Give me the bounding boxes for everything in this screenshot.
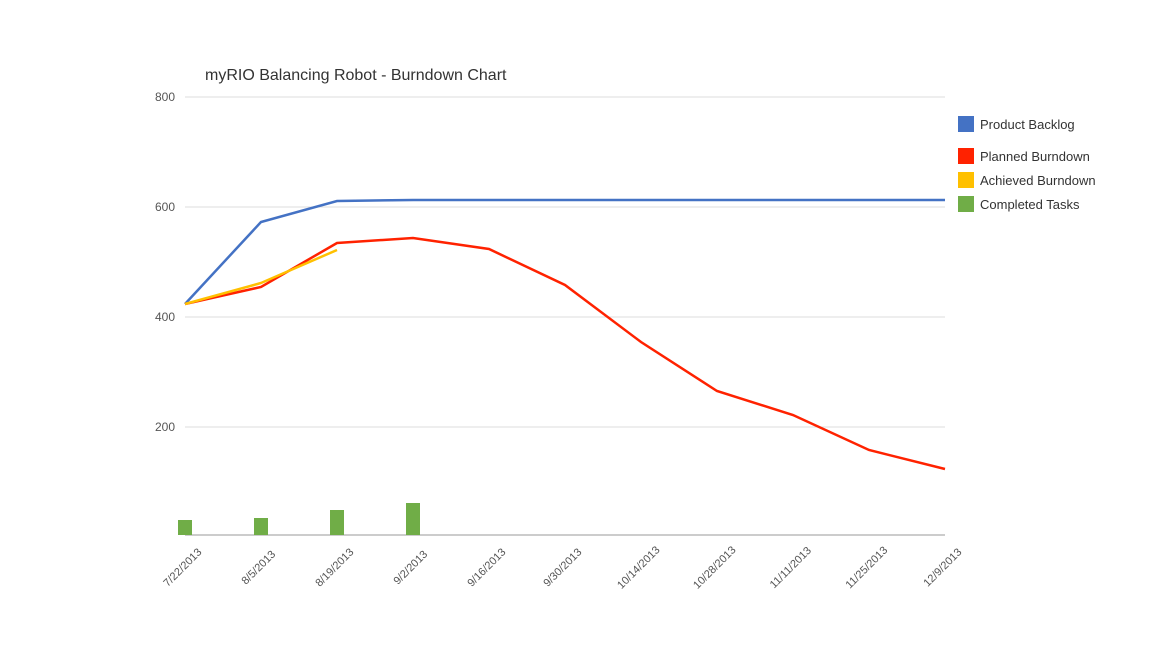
legend-label-product-backlog: Product Backlog (980, 117, 1075, 132)
completed-bar-3 (406, 503, 420, 535)
y-label-200: 200 (155, 420, 175, 434)
legend-box-product-backlog (958, 116, 974, 132)
x-label-0: 7/22/2013 (161, 546, 204, 589)
x-label-7: 10/28/2013 (691, 544, 738, 591)
legend-box-completed-tasks (958, 196, 974, 212)
y-label-800: 800 (155, 90, 175, 104)
chart-container: myRIO Balancing Robot - Burndown Chart 8… (0, 0, 1155, 651)
x-label-5: 9/30/2013 (541, 546, 584, 589)
planned-burndown-line (185, 238, 945, 469)
x-label-9: 11/25/2013 (843, 544, 890, 591)
completed-bar-2 (330, 510, 344, 535)
x-label-2: 8/19/2013 (313, 546, 356, 589)
completed-bar-0 (178, 520, 192, 535)
y-label-600: 600 (155, 200, 175, 214)
x-label-6: 10/14/2013 (615, 544, 662, 591)
legend-label-achieved-burndown: Achieved Burndown (980, 173, 1096, 188)
legend-box-planned-burndown (958, 148, 974, 164)
legend-box-achieved-burndown (958, 172, 974, 188)
x-label-8: 11/11/2013 (768, 545, 814, 591)
x-label-4: 9/16/2013 (465, 546, 508, 589)
y-label-400: 400 (155, 310, 175, 324)
x-label-1: 8/5/2013 (239, 548, 278, 587)
x-label-3: 9/2/2013 (391, 548, 430, 587)
achieved-burndown-line (185, 250, 337, 304)
product-backlog-line (185, 200, 945, 304)
legend-label-completed-tasks: Completed Tasks (980, 197, 1080, 212)
chart-title: myRIO Balancing Robot - Burndown Chart (205, 67, 507, 84)
legend-label-planned-burndown: Planned Burndown (980, 149, 1090, 164)
completed-bar-1 (254, 518, 268, 535)
x-label-10: 12/9/2013 (921, 546, 964, 589)
